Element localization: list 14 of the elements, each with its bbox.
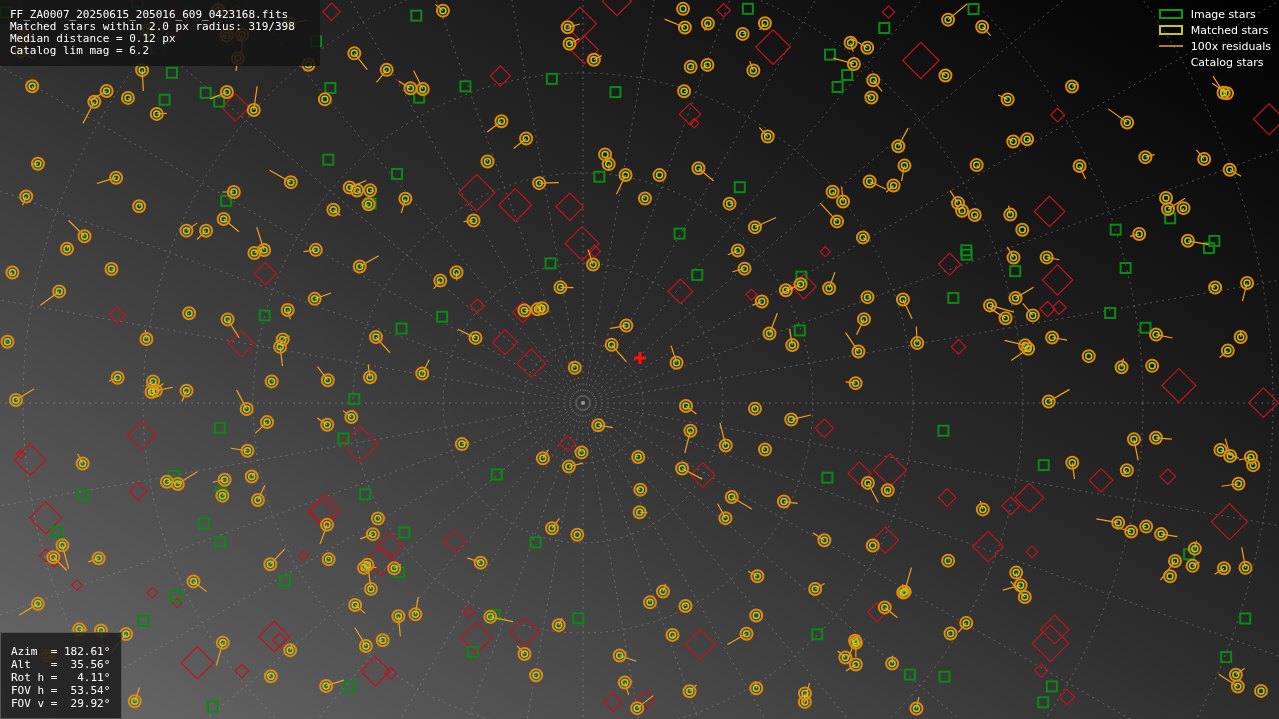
pointing-line: Alt = 35.56° xyxy=(11,658,112,671)
pointing-line: FOV v = 29.92° xyxy=(11,697,112,710)
info-line: FF_ZA0007_20250615_205016_609_0423168.fits xyxy=(10,9,290,21)
legend-label: 100x residuals xyxy=(1190,39,1271,53)
pointing-line: FOV h = 53.54° xyxy=(11,684,112,697)
info-line: Matched stars within 2.0 px radius: 319/398 xyxy=(10,21,296,33)
info-line: Median distance = 0.12 px xyxy=(10,33,177,45)
pointing-line: Azim = 182.61° xyxy=(11,645,112,658)
info-line: Catalog lim mag = 6.2 xyxy=(10,45,151,57)
residual-line-icon xyxy=(1158,44,1183,48)
pointing-line: Rot h = 4.11° xyxy=(11,671,112,684)
legend-label: Catalog stars xyxy=(1190,55,1264,69)
legend-label: Matched stars xyxy=(1190,23,1269,37)
legend-label: Image stars xyxy=(1190,7,1256,21)
